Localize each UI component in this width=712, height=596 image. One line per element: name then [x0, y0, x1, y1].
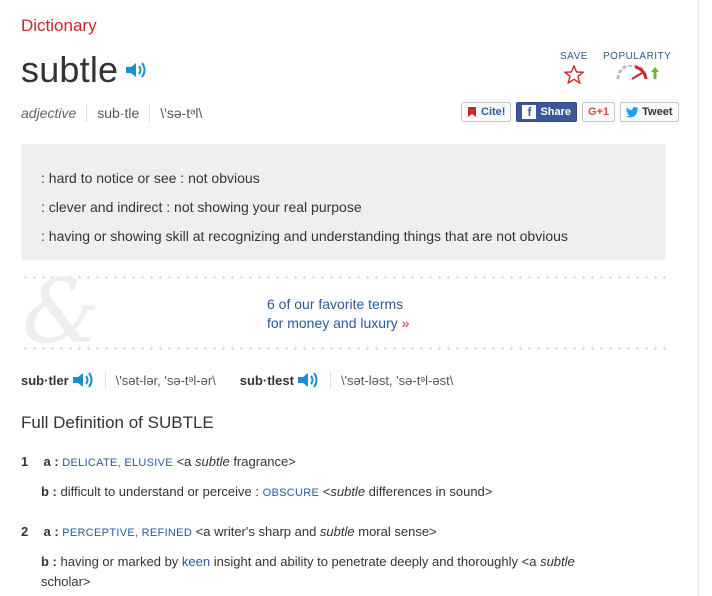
google-plus-button[interactable]: G+1	[582, 102, 616, 122]
promo-link[interactable]: 6 of our favorite terms for money and lu…	[267, 295, 409, 333]
sense-number: 2	[21, 524, 29, 539]
inflection-comparative: sub·tler	[21, 372, 69, 388]
short-definition: : having or showing skill at recognizing…	[41, 228, 568, 244]
inflection-comparative-pronunciation: \'sət-lər, 'sə-tᵊl-ər\	[115, 372, 216, 388]
facebook-share-button[interactable]: f Share	[516, 102, 578, 122]
example-suffix: differences in sound>	[365, 484, 493, 499]
page-edge	[698, 0, 712, 596]
keyword-link[interactable]: keen	[182, 554, 210, 569]
popularity-widget[interactable]: POPULARITY	[603, 51, 671, 81]
speaker-icon[interactable]	[124, 60, 148, 80]
google-plus-label: G+1	[588, 106, 610, 118]
synonym-link[interactable]: PERCEPTIVE, REFINED	[62, 527, 192, 539]
inflection-superlative-pronunciation: \'sət-ləst, 'sə-tᵊl-əst\	[340, 372, 454, 388]
short-definitions-box: : hard to notice or see : not obvious : …	[21, 144, 666, 260]
example-word: subtle	[195, 454, 230, 469]
speaker-icon[interactable]	[71, 370, 95, 390]
sense-letter: b :	[41, 554, 57, 569]
example-suffix: fragrance>	[229, 454, 296, 469]
part-of-speech[interactable]: adjective	[21, 105, 76, 121]
divider	[329, 372, 331, 388]
sense-2a: 2 a : PERCEPTIVE, REFINED <a writer's sh…	[21, 522, 437, 543]
short-definition: : hard to notice or see : not obvious	[41, 170, 260, 186]
sense-2b: b : having or marked by keen insight and…	[41, 552, 661, 592]
sense-letter: a :	[43, 524, 59, 539]
divider	[86, 104, 88, 122]
example-prefix: <a	[176, 454, 195, 469]
example-prefix: <	[319, 484, 331, 499]
save-button[interactable]: SAVE	[560, 51, 588, 84]
promo-arrow: »	[401, 315, 410, 331]
example-word: subtle	[330, 484, 366, 499]
pronunciation: \'sə-tᵊl\	[160, 105, 203, 121]
inflected-forms: sub·tler \'sət-lər, 'sə-tᵊl-ər\ sub·tles…	[21, 370, 453, 390]
short-definition: : clever and indirect : not showing your…	[41, 199, 362, 215]
facebook-share-label: Share	[540, 106, 572, 118]
popularity-gauge-icon	[615, 65, 671, 81]
popularity-label: POPULARITY	[603, 51, 672, 62]
full-definition-title: Full Definition of SUBTLE	[21, 413, 214, 432]
synonym-link[interactable]: DELICATE, ELUSIVE	[62, 457, 173, 469]
twitter-bird-icon	[626, 106, 639, 117]
sense-letter: b :	[41, 484, 57, 499]
facebook-icon: f	[522, 105, 537, 119]
promo-line-2: for money and luxury	[267, 315, 398, 331]
syllables: sub·tle	[97, 105, 140, 121]
dotted-divider	[21, 276, 666, 279]
synonym-link[interactable]: OBSCURE	[263, 487, 320, 499]
headword: subtle	[21, 49, 148, 91]
sense-1a: 1 a : DELICATE, ELUSIVE <a subtle fragra…	[21, 452, 296, 473]
star-icon	[563, 65, 584, 84]
cite-label: Cite!	[481, 106, 506, 118]
inflection-superlative: sub·tlest	[239, 372, 294, 388]
tweet-button[interactable]: Tweet	[620, 102, 679, 122]
example-suffix: moral sense>	[354, 524, 437, 539]
promo-line-1: 6 of our favorite terms	[267, 296, 404, 312]
share-bar: Cite! f Share G+1 Tweet	[461, 102, 684, 122]
speaker-icon[interactable]	[296, 370, 320, 390]
tweet-label: Tweet	[642, 106, 673, 118]
ampersand-watermark: &	[22, 260, 101, 363]
example-word: subtle	[319, 524, 355, 539]
divider	[149, 104, 151, 122]
dotted-divider	[21, 347, 666, 350]
divider	[104, 372, 106, 388]
sense-letter: a :	[43, 454, 59, 469]
definition-text: difficult to understand or perceive :	[60, 484, 260, 499]
example-prefix: <a writer's sharp and	[192, 524, 320, 539]
section-label[interactable]: Dictionary	[21, 16, 97, 36]
headword-text: subtle	[21, 49, 119, 90]
save-label: SAVE	[560, 51, 588, 62]
dictionary-entry-page: Dictionary subtle adjective sub·tle \'sə…	[0, 0, 712, 596]
cite-button[interactable]: Cite!	[461, 102, 512, 122]
sense-1b: b : difficult to understand or perceive …	[41, 482, 492, 503]
bookmark-icon	[468, 107, 476, 117]
example-suffix: scholar>	[41, 574, 91, 589]
definition-text: having or marked by	[60, 554, 182, 569]
headword-meta: adjective sub·tle \'sə-tᵊl\	[21, 104, 202, 122]
definition-text: insight and ability to penetrate deeply …	[210, 554, 541, 569]
sense-number: 1	[21, 454, 29, 469]
example-word: subtle	[540, 554, 575, 569]
